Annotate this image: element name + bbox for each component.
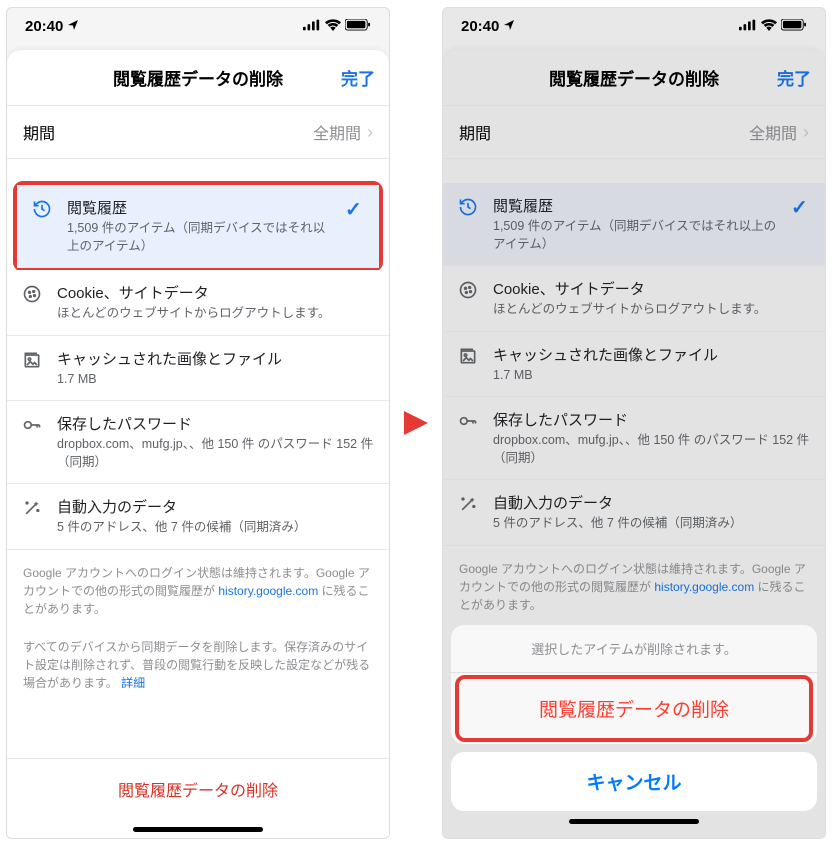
data-type-list: 閲覧履歴 1,509 件のアイテム（同期デバイスではそれ以上のアイテム） ✓ C… bbox=[443, 183, 825, 546]
cookie-icon bbox=[457, 280, 479, 300]
sheet-title: 閲覧履歴データの削除 bbox=[549, 65, 719, 90]
settings-sheet: 閲覧履歴データの削除 完了 期間 全期間 › 閲覧履歴 1,509 件のアイテム… bbox=[7, 50, 389, 838]
done-button[interactable]: 完了 bbox=[341, 65, 375, 90]
actionsheet-title: 選択したアイテムが削除されます。 bbox=[451, 625, 817, 673]
item-title: 保存したパスワード bbox=[493, 409, 811, 430]
item-title: Cookie、サイトデータ bbox=[493, 278, 811, 299]
footer-note-1: Google アカウントへのログイン状態は維持されます。Google アカウント… bbox=[443, 546, 825, 620]
phone-left: 20:40 閲覧履歴データの削除 完了 期間 全期間 › bbox=[6, 7, 390, 839]
delete-button[interactable]: 閲覧履歴データの削除 bbox=[118, 783, 278, 800]
item-sub: dropbox.com、mufg.jp、、他 150 件 のパスワード 152 … bbox=[493, 432, 811, 467]
done-button[interactable]: 完了 bbox=[777, 65, 811, 90]
item-title: 自動入力のデータ bbox=[57, 496, 375, 517]
location-icon bbox=[503, 18, 515, 35]
period-value: 全期間 bbox=[313, 120, 361, 144]
data-type-list: 閲覧履歴 1,509 件のアイテム（同期デバイスではそれ以上のアイテム） ✓ C… bbox=[7, 183, 389, 550]
key-icon bbox=[21, 415, 43, 435]
sheet-title: 閲覧履歴データの削除 bbox=[113, 65, 283, 90]
sheet-header: 閲覧履歴データの削除 完了 bbox=[7, 50, 389, 106]
footer-note-2: すべてのデバイスから同期データを削除します。保存済みのサイト設定は削除されず、普… bbox=[7, 624, 389, 698]
key-icon bbox=[457, 411, 479, 431]
period-label: 期間 bbox=[23, 120, 55, 144]
details-link[interactable]: 詳細 bbox=[121, 676, 145, 690]
item-passwords[interactable]: 保存したパスワード dropbox.com、mufg.jp、、他 150 件 の… bbox=[7, 401, 389, 484]
cookie-icon bbox=[21, 284, 43, 304]
history-link[interactable]: history.google.com bbox=[218, 584, 318, 598]
history-icon bbox=[31, 199, 53, 219]
item-passwords[interactable]: 保存したパスワード dropbox.com、mufg.jp、、他 150 件 の… bbox=[443, 397, 825, 480]
item-sub: 5 件のアドレス、他 7 件の候補（同期済み） bbox=[57, 519, 375, 537]
item-sub: 1,509 件のアイテム（同期デバイスではそれ以上のアイテム） bbox=[493, 218, 777, 253]
battery-icon bbox=[345, 18, 371, 35]
check-icon: ✓ bbox=[791, 195, 811, 220]
location-icon bbox=[67, 18, 79, 35]
arrow-right-icon bbox=[396, 405, 436, 441]
wifi-icon bbox=[761, 18, 777, 35]
home-indicator bbox=[133, 827, 263, 832]
wand-icon bbox=[457, 494, 479, 514]
item-title: キャッシュされた画像とファイル bbox=[493, 344, 811, 365]
item-title: Cookie、サイトデータ bbox=[57, 282, 375, 303]
actionsheet-delete-button[interactable]: 閲覧履歴データの削除 bbox=[459, 679, 809, 738]
history-icon bbox=[457, 197, 479, 217]
item-sub: ほとんどのウェブサイトからログアウトします。 bbox=[57, 305, 375, 323]
action-sheet: 選択したアイテムが削除されます。 閲覧履歴データの削除 キャンセル bbox=[443, 617, 825, 838]
item-cookies[interactable]: Cookie、サイトデータ ほとんどのウェブサイトからログアウトします。 bbox=[7, 270, 389, 336]
item-title: 保存したパスワード bbox=[57, 413, 375, 434]
item-title: 閲覧履歴 bbox=[67, 197, 331, 218]
chevron-right-icon: › bbox=[803, 122, 809, 143]
period-row[interactable]: 期間 全期間 › bbox=[443, 106, 825, 159]
phone-right: 20:40 閲覧履歴データの削除 完了 期間 全期間 › bbox=[442, 7, 826, 839]
image-icon bbox=[457, 346, 479, 366]
check-icon: ✓ bbox=[345, 197, 365, 222]
item-autofill[interactable]: 自動入力のデータ 5 件のアドレス、他 7 件の候補（同期済み） bbox=[443, 480, 825, 546]
footer-note-1: Google アカウントへのログイン状態は維持されます。Google アカウント… bbox=[7, 550, 389, 624]
item-autofill[interactable]: 自動入力のデータ 5 件のアドレス、他 7 件の候補（同期済み） bbox=[7, 484, 389, 550]
wand-icon bbox=[21, 498, 43, 518]
sheet-header: 閲覧履歴データの削除 完了 bbox=[443, 50, 825, 106]
signal-icon bbox=[303, 18, 321, 35]
period-row[interactable]: 期間 全期間 › bbox=[7, 106, 389, 159]
delete-row: 閲覧履歴データの削除 bbox=[7, 758, 389, 819]
item-browsing-history[interactable]: 閲覧履歴 1,509 件のアイテム（同期デバイスではそれ以上のアイテム） ✓ bbox=[17, 185, 379, 268]
item-sub: ほとんどのウェブサイトからログアウトします。 bbox=[493, 301, 811, 319]
actionsheet-cancel-button[interactable]: キャンセル bbox=[451, 752, 817, 811]
item-title: 自動入力のデータ bbox=[493, 492, 811, 513]
item-title: キャッシュされた画像とファイル bbox=[57, 348, 375, 369]
item-cache[interactable]: キャッシュされた画像とファイル 1.7 MB bbox=[7, 336, 389, 402]
highlight-browsing-history: 閲覧履歴 1,509 件のアイテム（同期デバイスではそれ以上のアイテム） ✓ bbox=[13, 181, 383, 272]
wifi-icon bbox=[325, 18, 341, 35]
period-value: 全期間 bbox=[749, 120, 797, 144]
item-sub: dropbox.com、mufg.jp、、他 150 件 のパスワード 152 … bbox=[57, 436, 375, 471]
battery-icon bbox=[781, 18, 807, 35]
item-title: 閲覧履歴 bbox=[493, 195, 777, 216]
image-icon bbox=[21, 350, 43, 370]
item-sub: 1,509 件のアイテム（同期デバイスではそれ以上のアイテム） bbox=[67, 220, 331, 255]
highlight-delete-action: 閲覧履歴データの削除 bbox=[455, 675, 813, 742]
status-bar: 20:40 bbox=[7, 8, 389, 44]
home-indicator bbox=[569, 819, 699, 824]
signal-icon bbox=[739, 18, 757, 35]
item-sub: 5 件のアドレス、他 7 件の候補（同期済み） bbox=[493, 515, 811, 533]
status-bar: 20:40 bbox=[443, 8, 825, 44]
history-link[interactable]: history.google.com bbox=[654, 580, 754, 594]
item-sub: 1.7 MB bbox=[57, 371, 375, 389]
item-cache[interactable]: キャッシュされた画像とファイル 1.7 MB bbox=[443, 332, 825, 398]
item-sub: 1.7 MB bbox=[493, 367, 811, 385]
item-browsing-history[interactable]: 閲覧履歴 1,509 件のアイテム（同期デバイスではそれ以上のアイテム） ✓ bbox=[443, 183, 825, 266]
item-cookies[interactable]: Cookie、サイトデータ ほとんどのウェブサイトからログアウトします。 bbox=[443, 266, 825, 332]
period-label: 期間 bbox=[459, 120, 491, 144]
status-time: 20:40 bbox=[25, 18, 63, 35]
chevron-right-icon: › bbox=[367, 122, 373, 143]
status-time: 20:40 bbox=[461, 18, 499, 35]
